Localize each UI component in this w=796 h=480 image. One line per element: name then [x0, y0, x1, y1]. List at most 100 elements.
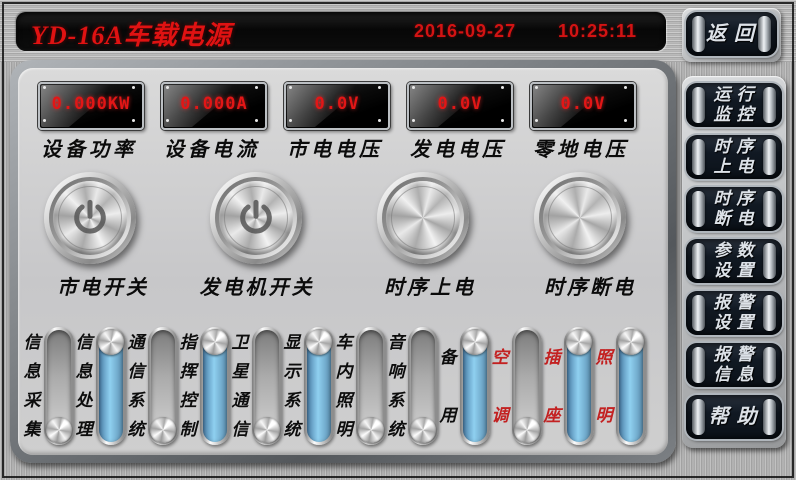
- button-label-line: 时序: [714, 189, 760, 209]
- switch-unit-info-processing: 信息处理: [74, 324, 126, 448]
- switch-unit-socket: 插座: [542, 324, 594, 448]
- button-label-line: 断电: [714, 209, 760, 229]
- button-label-line: 上电: [714, 157, 760, 177]
- toggle-knob: [358, 417, 384, 443]
- switch-unit-air-conditioner: 空调: [490, 324, 542, 448]
- toggle-switch-row: 信息采集 信息处理 通信系统 指挥控制 卫星通信 显示系统 车内照明 音响系统 …: [22, 324, 640, 448]
- toggle-command-control[interactable]: [200, 327, 230, 445]
- button-label-line: 帮助: [709, 406, 765, 428]
- button-label-line: 时序: [714, 137, 760, 157]
- display-label-generator-voltage: 发电电压: [388, 133, 528, 162]
- switch-label: 信息处理: [74, 328, 94, 444]
- knob-label-sequence-power-off: 时序断电: [500, 271, 680, 300]
- sidebar-button-run-monitor[interactable]: 运行监控: [686, 83, 782, 127]
- toggle-info-collection[interactable]: [44, 327, 74, 445]
- switch-label: 插座: [542, 328, 562, 444]
- sidebar-button-sequence-power-off[interactable]: 时序断电: [686, 187, 782, 231]
- display-label-equipment-current: 设备电流: [142, 133, 282, 162]
- toggle-air-conditioner[interactable]: [512, 327, 542, 445]
- button-label-line: 设置: [714, 261, 760, 281]
- lcd-generator-voltage: 0.0V: [407, 82, 513, 130]
- knob-label-sequence-power-on: 时序上电: [340, 271, 520, 300]
- button-label-line: 监控: [714, 105, 760, 125]
- button-label-line: 参数: [714, 241, 760, 261]
- knob-label-mains-switch: 市电开关: [13, 271, 193, 300]
- lcd-equipment-current: 0.000A: [161, 82, 267, 130]
- switch-label: 卫星通信: [230, 328, 250, 444]
- switch-unit-command-control: 指挥控制: [178, 324, 230, 448]
- switch-label: 通信系统: [126, 328, 146, 444]
- toggle-display-system[interactable]: [304, 327, 334, 445]
- button-label-line: 运行: [714, 85, 760, 105]
- toggle-knob: [98, 329, 124, 355]
- knob-label-generator-switch: 发电机开关: [167, 271, 347, 300]
- sidebar-button-alarm-info[interactable]: 报警信息: [686, 343, 782, 387]
- toggle-audio-system[interactable]: [408, 327, 438, 445]
- power-icon: [70, 198, 110, 238]
- toggle-knob: [566, 329, 592, 355]
- lcd-value: 0.0V: [409, 84, 511, 124]
- lcd-value: 0.0V: [286, 84, 388, 124]
- switch-unit-display-system: 显示系统: [282, 324, 334, 448]
- lcd-mains-voltage: 0.0V: [284, 82, 390, 130]
- title-bar: YD-16A车载电源 2016-09-27 10:25:11: [16, 12, 666, 51]
- sequence-power-on-knob[interactable]: [377, 172, 469, 264]
- time-display: 10:25:11: [558, 21, 637, 42]
- toggle-lighting[interactable]: [616, 327, 646, 445]
- toggle-spare[interactable]: [460, 327, 490, 445]
- toggle-satellite-comm[interactable]: [252, 327, 282, 445]
- switch-label: 信息采集: [22, 328, 42, 444]
- toggle-knob: [46, 417, 72, 443]
- toggle-knob: [462, 329, 488, 355]
- button-label-line: 设置: [714, 313, 760, 333]
- switch-label: 音响系统: [386, 328, 406, 444]
- display-label-equipment-power: 设备功率: [19, 133, 159, 162]
- sidebar-button-alarm-settings[interactable]: 报警设置: [686, 291, 782, 335]
- toggle-knob: [306, 329, 332, 355]
- back-button-label: 返回: [701, 23, 762, 45]
- switch-label: 显示系统: [282, 328, 302, 444]
- lcd-neutral-ground-voltage: 0.0V: [530, 82, 636, 130]
- display-label-neutral-ground-voltage: 零地电压: [511, 133, 651, 162]
- toggle-knob: [202, 329, 228, 355]
- toggle-knob: [514, 417, 540, 443]
- switch-label: 空调: [490, 328, 510, 444]
- button-label-line: 报警: [714, 293, 760, 313]
- toggle-socket[interactable]: [564, 327, 594, 445]
- toggle-info-processing[interactable]: [96, 327, 126, 445]
- page-title: YD-16A车载电源: [31, 15, 232, 52]
- date-display: 2016-09-27: [414, 21, 516, 42]
- toggle-knob: [410, 417, 436, 443]
- display-label-mains-voltage: 市电电压: [265, 133, 405, 162]
- switch-label: 照明: [594, 328, 614, 444]
- toggle-knob: [254, 417, 280, 443]
- switch-unit-cabin-lighting: 车内照明: [334, 324, 386, 448]
- sidebar-button-sequence-power-on[interactable]: 时序上电: [686, 135, 782, 179]
- mains-switch-knob[interactable]: [44, 172, 136, 264]
- lcd-value: 0.0V: [532, 84, 634, 124]
- switch-label: 车内照明: [334, 328, 354, 444]
- switch-unit-audio-system: 音响系统: [386, 324, 438, 448]
- lcd-value: 0.000A: [163, 84, 265, 124]
- switch-unit-lighting: 照明: [594, 324, 646, 448]
- switch-unit-satellite-comm: 卫星通信: [230, 324, 282, 448]
- sidebar-button-parameter-settings[interactable]: 参数设置: [686, 239, 782, 283]
- switch-label: 指挥控制: [178, 328, 198, 444]
- lcd-value: 0.000KW: [40, 84, 142, 124]
- toggle-knob: [150, 417, 176, 443]
- switch-label: 备用: [438, 328, 458, 444]
- toggle-cabin-lighting[interactable]: [356, 327, 386, 445]
- switch-unit-spare: 备用: [438, 324, 490, 448]
- button-label-line: 报警: [714, 345, 760, 365]
- button-label-line: 信息: [714, 365, 760, 385]
- sidebar-button-help[interactable]: 帮助: [686, 395, 782, 439]
- toggle-communication-system[interactable]: [148, 327, 178, 445]
- switch-unit-info-collection: 信息采集: [22, 324, 74, 448]
- power-icon: [236, 198, 276, 238]
- back-button[interactable]: 返回: [686, 12, 777, 56]
- generator-switch-knob[interactable]: [210, 172, 302, 264]
- toggle-knob: [618, 329, 644, 355]
- lcd-equipment-power: 0.000KW: [38, 82, 144, 130]
- switch-unit-communication-system: 通信系统: [126, 324, 178, 448]
- sequence-power-off-knob[interactable]: [534, 172, 626, 264]
